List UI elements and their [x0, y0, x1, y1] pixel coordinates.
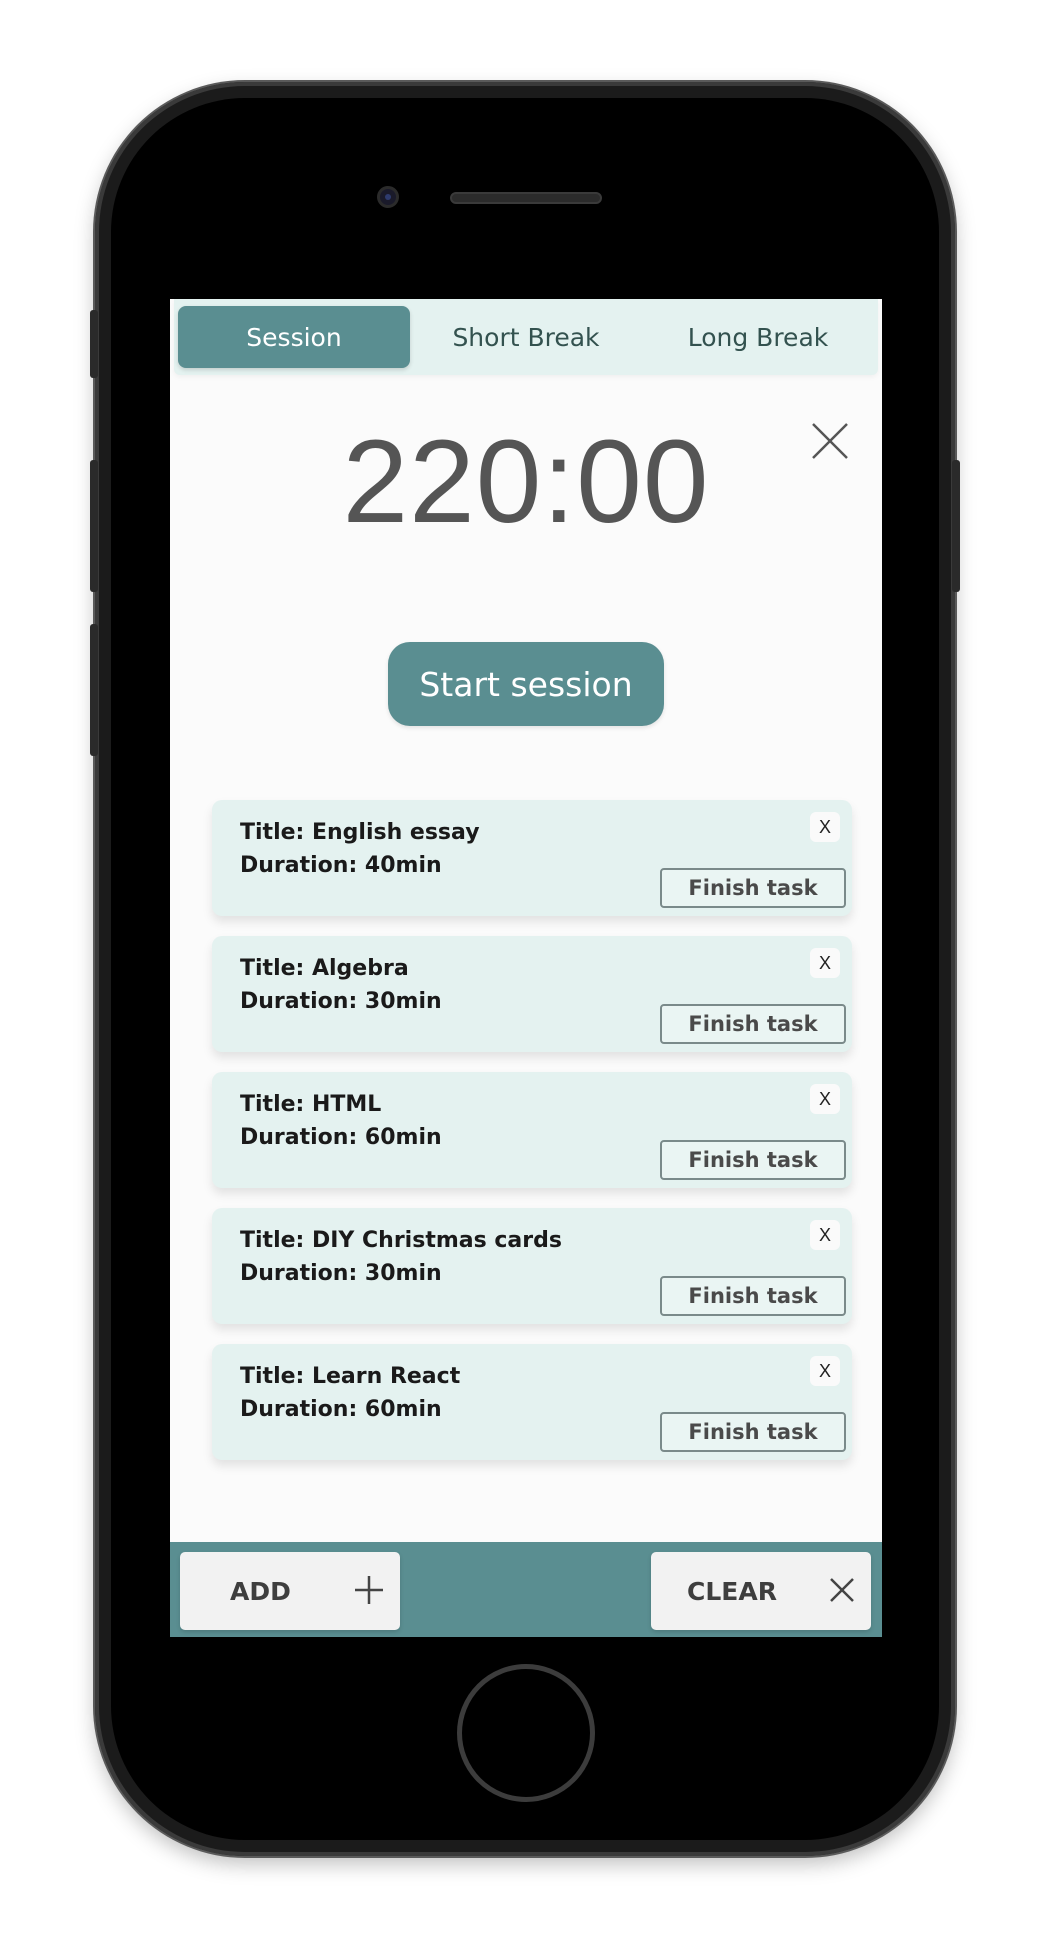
task-card: Title: Algebra Duration: 30min X Finish … — [212, 936, 852, 1052]
add-button[interactable]: ADD — [180, 1552, 400, 1630]
front-camera — [377, 186, 399, 208]
finish-task-button[interactable]: Finish task — [660, 868, 846, 908]
finish-task-button[interactable]: Finish task — [660, 1140, 846, 1180]
task-title: Title: HTML — [240, 1092, 382, 1117]
task-title: Title: Algebra — [240, 956, 409, 981]
task-remove-button[interactable]: X — [810, 1356, 840, 1386]
task-remove-button[interactable]: X — [810, 1220, 840, 1250]
task-duration: Duration: 30min — [240, 1261, 442, 1286]
task-remove-button[interactable]: X — [810, 1084, 840, 1114]
earpiece-speaker — [450, 192, 602, 204]
task-duration: Duration: 30min — [240, 989, 442, 1014]
timer-display: 220:00 — [342, 416, 710, 548]
phone-volume-down — [90, 624, 98, 756]
phone-silent-switch — [90, 310, 98, 378]
phone-power-button — [952, 460, 960, 592]
finish-task-button[interactable]: Finish task — [660, 1004, 846, 1044]
finish-task-button[interactable]: Finish task — [660, 1412, 846, 1452]
home-button[interactable] — [457, 1664, 595, 1802]
add-button-label: ADD — [230, 1576, 291, 1606]
close-icon[interactable] — [810, 421, 850, 461]
start-session-button[interactable]: Start session — [388, 642, 664, 726]
task-duration: Duration: 60min — [240, 1125, 442, 1150]
close-icon — [830, 1578, 854, 1602]
task-title: Title: DIY Christmas cards — [240, 1228, 562, 1253]
task-card: Title: HTML Duration: 60min X Finish tas… — [212, 1072, 852, 1188]
mode-tabs: Session Short Break Long Break — [174, 299, 878, 375]
close-icon-graphic — [812, 423, 848, 459]
bottom-action-bar: ADD CLEAR — [170, 1542, 882, 1637]
task-remove-button[interactable]: X — [810, 948, 840, 978]
app-root: Session Short Break Long Break 220:00 St… — [170, 299, 882, 1637]
phone-screen: Session Short Break Long Break 220:00 St… — [150, 299, 900, 1637]
task-card: Title: Learn React Duration: 60min X Fin… — [212, 1344, 852, 1460]
tab-session[interactable]: Session — [178, 306, 410, 368]
clear-button[interactable]: CLEAR — [651, 1552, 871, 1630]
task-card: Title: DIY Christmas cards Duration: 30m… — [212, 1208, 852, 1324]
task-title: Title: English essay — [240, 820, 480, 845]
finish-task-button[interactable]: Finish task — [660, 1276, 846, 1316]
task-duration: Duration: 60min — [240, 1397, 442, 1422]
task-duration: Duration: 40min — [240, 853, 442, 878]
task-title: Title: Learn React — [240, 1364, 461, 1389]
task-list: Title: English essay Duration: 40min X F… — [212, 800, 852, 1480]
task-remove-button[interactable]: X — [810, 812, 840, 842]
tab-short-break[interactable]: Short Break — [410, 306, 642, 368]
tab-long-break[interactable]: Long Break — [642, 306, 874, 368]
plus-icon — [355, 1576, 383, 1604]
task-card: Title: English essay Duration: 40min X F… — [212, 800, 852, 916]
phone-volume-up — [90, 460, 98, 592]
clear-button-label: CLEAR — [687, 1576, 777, 1606]
